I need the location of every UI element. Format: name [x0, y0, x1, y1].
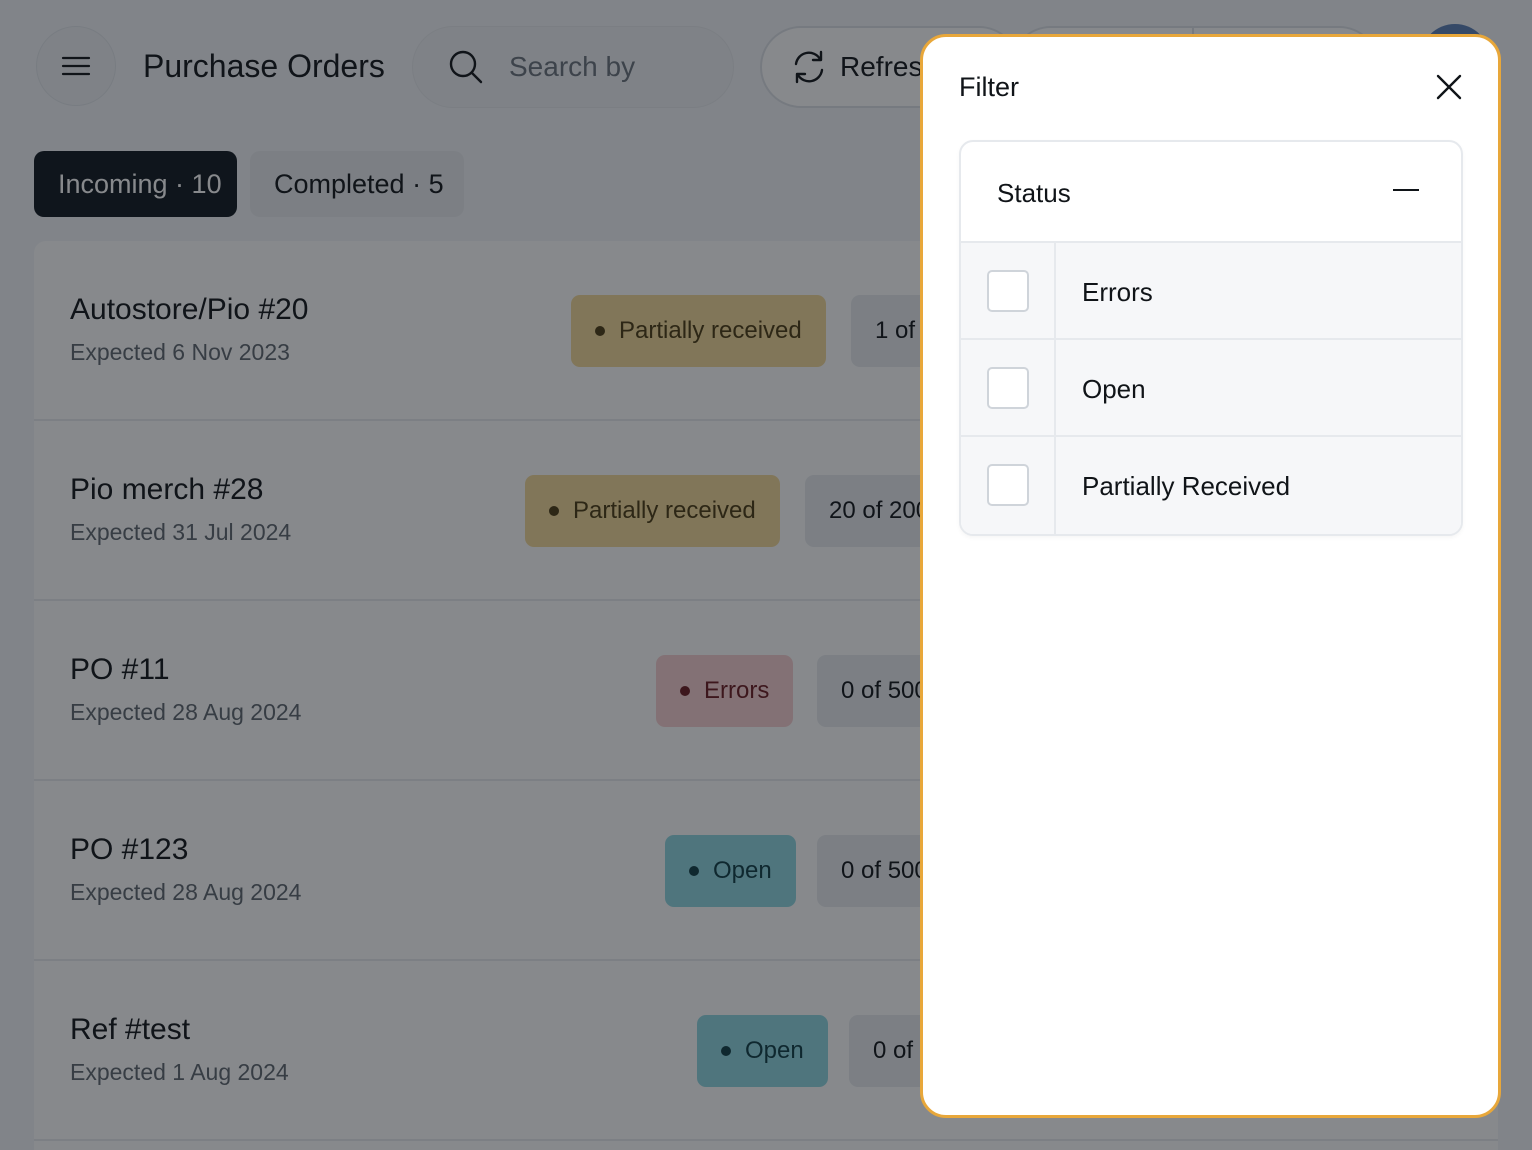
filter-option-label: Partially Received: [1082, 471, 1291, 501]
filter-option-label: Open: [1082, 374, 1146, 404]
status-filter-section: Status Errors Open Partially Received: [959, 140, 1463, 536]
status-section-header[interactable]: Status: [961, 142, 1461, 243]
status-section-title: Status: [997, 178, 1071, 208]
filter-option-errors[interactable]: Errors: [961, 243, 1461, 340]
checkbox-cell: [961, 340, 1056, 435]
filter-panel-title: Filter: [959, 72, 1019, 102]
purchase-orders-page: Purchase Orders Refresh Incoming · 10 Co…: [0, 0, 1532, 1150]
collapse-button[interactable]: [1393, 188, 1419, 192]
filter-panel: Filter Status Errors Open Partially Rece…: [920, 34, 1501, 1118]
filter-option-partially-received[interactable]: Partially Received: [961, 437, 1461, 534]
open-checkbox[interactable]: [987, 367, 1029, 409]
errors-checkbox[interactable]: [987, 270, 1029, 312]
close-icon: [1436, 74, 1462, 100]
close-filter-button[interactable]: [1431, 69, 1467, 105]
filter-option-label: Errors: [1082, 277, 1153, 307]
filter-option-open[interactable]: Open: [961, 340, 1461, 437]
minus-icon: [1393, 189, 1419, 191]
checkbox-cell: [961, 437, 1056, 534]
partially-received-checkbox[interactable]: [987, 464, 1029, 506]
checkbox-cell: [961, 243, 1056, 338]
